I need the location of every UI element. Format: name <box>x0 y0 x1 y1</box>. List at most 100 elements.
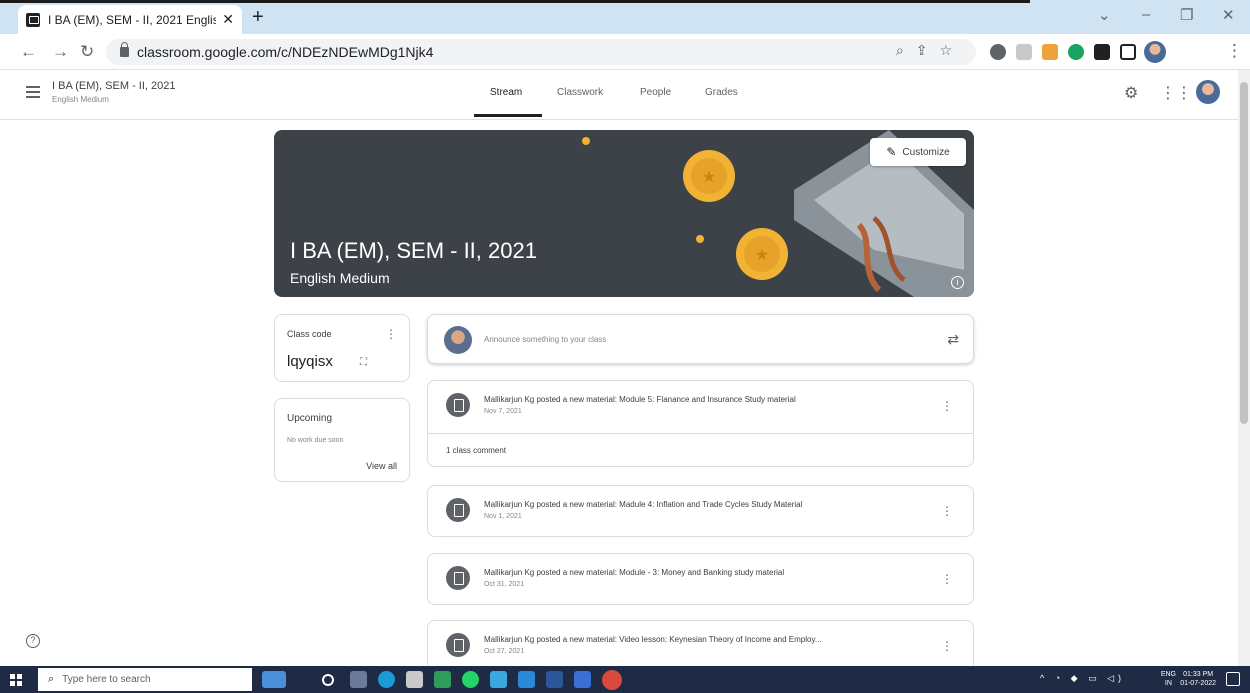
post-header[interactable]: Mallikarjun Kg posted a new material: Mo… <box>428 381 973 433</box>
material-icon <box>446 498 470 522</box>
minimize-window-icon[interactable]: – <box>1142 6 1150 23</box>
announce-box[interactable]: Announce something to your class ⇄ <box>427 314 974 364</box>
notification-icon[interactable] <box>1226 672 1240 686</box>
announce-placeholder[interactable]: Announce something to your class <box>484 335 606 344</box>
stream-post[interactable]: Mallikarjun Kg posted a new material: Mo… <box>427 380 974 467</box>
chrome-icon[interactable] <box>602 670 622 690</box>
side-panel-icon[interactable] <box>1120 44 1136 60</box>
extension-person-icon[interactable] <box>990 44 1006 60</box>
close-window-icon[interactable]: ✕ <box>1222 6 1235 24</box>
class-code-card: Class code ⋮ lqyqisx ⛶ <box>274 314 410 382</box>
stream-post[interactable]: Mallikarjun Kg posted a new material: Mo… <box>427 553 974 605</box>
banner-class-subtitle: English Medium <box>290 270 390 286</box>
browser-tab-classroom[interactable]: I BA (EM), SEM - II, 2021 English ✕ <box>18 5 242 34</box>
more-vert-icon[interactable]: ⋮ <box>941 639 953 653</box>
post-date: Nov 1, 2021 <box>484 513 522 520</box>
page-scrollbar-thumb[interactable] <box>1240 82 1248 424</box>
post-header[interactable]: Mallikarjun Kg posted a new material: Ma… <box>428 486 973 538</box>
extension-grid-icon[interactable] <box>1016 44 1032 60</box>
taskbar-weather-icon[interactable] <box>262 671 286 688</box>
taskbar-search-box[interactable]: ⌕ Type here to search <box>38 668 252 691</box>
omnibox-actions[interactable]: ⌕⇪☆ <box>896 42 964 59</box>
taskbar-search-placeholder[interactable]: Type here to search <box>62 674 150 685</box>
help-icon[interactable]: ? <box>26 634 40 648</box>
post-title[interactable]: Mallikarjun Kg posted a new material: Mo… <box>484 568 784 577</box>
header-class-title[interactable]: I BA (EM), SEM - II, 2021 <box>52 80 175 92</box>
class-banner: ★ ★ I BA (EM), SEM - II, 2021 English Me… <box>274 130 974 297</box>
extension-orange-icon[interactable] <box>1042 44 1058 60</box>
post-title[interactable]: Mallikarjun Kg posted a new material: Vi… <box>484 635 822 644</box>
post-comments[interactable]: 1 class comment <box>428 433 973 467</box>
tab-close-icon[interactable]: ✕ <box>222 11 234 28</box>
edge-icon[interactable] <box>378 671 395 688</box>
word-icon[interactable] <box>546 671 563 688</box>
forward-arrow-icon[interactable]: → <box>52 42 69 62</box>
tab-stream[interactable]: Stream <box>490 87 522 98</box>
tab-grades[interactable]: Grades <box>705 87 738 98</box>
repost-icon[interactable]: ⇄ <box>947 331 959 348</box>
restore-window-icon[interactable]: ❐ <box>1180 6 1193 24</box>
material-icon <box>446 393 470 417</box>
browser-toolbar: ← → ↻ classroom.google.com/c/NDEzNDEwMDg… <box>0 34 1250 70</box>
extensions-puzzle-icon[interactable] <box>1094 44 1110 60</box>
tab-search-chevron-icon[interactable]: ⌄ <box>1098 6 1111 24</box>
windows-taskbar: ⌕ Type here to search ^ ◔ ◆ ▭ ◁) ENG IN … <box>0 666 1250 693</box>
app-icon[interactable] <box>574 671 591 688</box>
banner-class-title: I BA (EM), SEM - II, 2021 <box>290 238 537 263</box>
clock-time: 01:33 PM <box>1183 671 1214 678</box>
tab-classwork[interactable]: Classwork <box>557 87 603 98</box>
task-view-icon[interactable] <box>350 671 367 688</box>
store-icon[interactable] <box>518 671 535 688</box>
stream-post[interactable]: Mallikarjun Kg posted a new material: Ma… <box>427 485 974 537</box>
photos-icon[interactable] <box>490 671 507 688</box>
lock-icon <box>120 42 129 57</box>
tab-people[interactable]: People <box>640 87 671 98</box>
whatsapp-icon[interactable] <box>462 671 479 688</box>
browser-tab-title: I BA (EM), SEM - II, 2021 English <box>48 12 217 27</box>
info-icon[interactable]: i <box>951 276 964 289</box>
more-vert-icon[interactable]: ⋮ <box>385 327 397 341</box>
windows-start-icon[interactable] <box>10 674 22 686</box>
customize-button[interactable]: ✎ Customize <box>870 138 966 166</box>
more-vert-icon[interactable]: ⋮ <box>941 504 953 518</box>
back-arrow-icon[interactable]: ← <box>20 42 37 62</box>
system-tray-icons[interactable]: ^ ◔ ◆ ▭ ◁) <box>1040 673 1125 684</box>
class-comment-count[interactable]: 1 class comment <box>446 446 506 455</box>
region-code: IN <box>1164 680 1172 687</box>
cortana-icon[interactable] <box>322 674 334 686</box>
tab-strip-top-border <box>0 0 1030 3</box>
browser-menu-icon[interactable]: ⋮ <box>1226 41 1243 61</box>
post-title[interactable]: Mallikarjun Kg posted a new material: Ma… <box>484 500 802 509</box>
post-date: Nov 7, 2021 <box>484 408 522 415</box>
profile-avatar[interactable] <box>1144 41 1166 63</box>
class-code-label: Class code <box>287 329 332 339</box>
address-bar[interactable]: classroom.google.com/c/NDEzNDEwMDg1Njk4 … <box>106 39 976 65</box>
settings-icon[interactable]: ⚙ <box>1124 83 1138 103</box>
calculator-icon[interactable] <box>434 671 451 688</box>
more-vert-icon[interactable]: ⋮ <box>941 399 953 413</box>
fullscreen-icon[interactable]: ⛶ <box>360 357 367 368</box>
new-tab-icon[interactable]: + <box>252 6 264 29</box>
stream-post[interactable]: Mallikarjun Kg posted a new material: Vi… <box>427 620 974 666</box>
class-code-value: lqyqisx <box>287 353 333 370</box>
extension-green-icon[interactable] <box>1068 44 1084 60</box>
edit-pencil-icon: ✎ <box>886 145 897 159</box>
search-icon: ⌕ <box>48 673 55 685</box>
upcoming-title: Upcoming <box>287 413 333 424</box>
material-icon <box>446 633 470 657</box>
banner-dot <box>696 235 704 243</box>
language-indicator[interactable]: ENG IN <box>1161 670 1176 688</box>
view-all-link[interactable]: View all <box>366 461 397 471</box>
customize-label: Customize <box>902 146 950 158</box>
apps-grid-icon[interactable]: ⋮⋮ <box>1160 83 1192 103</box>
header-class-subtitle: English Medium <box>52 95 109 104</box>
clock[interactable]: 01:33 PM 01-07-2022 <box>1180 670 1216 688</box>
banner-dot <box>582 137 590 145</box>
menu-icon[interactable] <box>26 86 40 101</box>
reload-icon[interactable]: ↻ <box>80 42 94 62</box>
post-title[interactable]: Mallikarjun Kg posted a new material: Mo… <box>484 395 796 404</box>
account-avatar[interactable] <box>1196 80 1220 104</box>
more-vert-icon[interactable]: ⋮ <box>941 572 953 586</box>
settings-app-icon[interactable] <box>406 671 423 688</box>
post-header[interactable]: Mallikarjun Kg posted a new material: Mo… <box>428 554 973 606</box>
